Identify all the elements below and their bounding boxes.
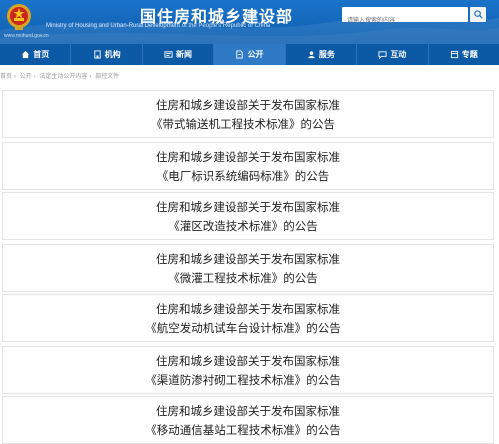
notice-title-line1: 住房和城乡建设部关于发布国家标准 [156,404,340,418]
search-input[interactable] [347,14,447,28]
site-header: 国住房和城乡建设部 Ministry of Housing and Urban-… [0,0,499,44]
news-icon [164,51,173,58]
site-domain: www.mohurd.gov.cn [4,33,49,39]
notice-title-line2: 《渠道防渗衬砌工程技术标准》的公告 [145,373,341,387]
notice-title-line1: 住房和城乡建设部关于发布国家标准 [156,302,340,316]
nav-label: 服务 [318,50,335,59]
notice-title-line2: 《灌区改造技术标准》的公告 [168,219,318,233]
breadcrumb-home[interactable]: 首页 [0,74,12,80]
notice-title-line1: 住房和城乡建设部关于发布国家标准 [156,98,340,112]
notice-title-line1: 住房和城乡建设部关于发布国家标准 [156,354,340,368]
breadcrumb: 首页 › 公开 › 法定主动公开内容 › 部控文件 [0,74,120,80]
nav-label: 机构 [104,50,121,59]
notice-title-line2: 《带式输送机工程技术标准》的公告 [151,117,335,131]
nav-label: 公开 [247,50,264,59]
nav-label: 专题 [461,50,478,59]
nav-label: 互动 [390,50,407,59]
national-emblem-icon [7,4,31,30]
topic-icon [450,50,458,59]
notice-title-line2: 《移动通信基站工程技术标准》的公告 [145,423,341,437]
building-icon [93,50,101,59]
main-nav: 首页 机构 新闻 公开 服务 互动 专题 [0,44,499,65]
breadcrumb-public[interactable]: 公开 [20,74,32,80]
nav-institution[interactable]: 机构 [71,44,143,65]
breadcrumb-statutory[interactable]: 法定主动公开内容 [39,74,87,80]
notice-item[interactable]: 住房和城乡建设部关于发布国家标准 《航空发动机试车台设计标准》的公告 [2,294,494,342]
search-icon [473,10,483,19]
nav-topic[interactable]: 专题 [429,44,499,65]
notice-title-line1: 住房和城乡建设部关于发布国家标准 [156,252,340,266]
chat-icon [378,51,387,59]
document-icon [236,50,244,59]
service-icon [308,51,315,59]
nav-interaction[interactable]: 互动 [357,44,429,65]
notice-title-line2: 《航空发动机试车台设计标准》的公告 [145,321,341,335]
nav-news[interactable]: 新闻 [143,44,215,65]
notice-title-line1: 住房和城乡建设部关于发布国家标准 [156,200,340,214]
notice-item[interactable]: 住房和城乡建设部关于发布国家标准 《电厂标识系统编码标准》的公告 [2,142,494,190]
nav-label: 首页 [33,50,50,59]
notice-item[interactable]: 住房和城乡建设部关于发布国家标准 《带式输送机工程技术标准》的公告 [2,90,494,138]
nav-label: 新闻 [176,50,193,59]
notice-item[interactable]: 住房和城乡建设部关于发布国家标准 《移动通信基站工程技术标准》的公告 [2,396,494,444]
notice-item[interactable]: 住房和城乡建设部关于发布国家标准 《灌区改造技术标准》的公告 [2,192,494,240]
notice-title-line2: 《微灌工程技术标准》的公告 [168,271,318,285]
search-box [342,7,468,28]
notice-item[interactable]: 住房和城乡建设部关于发布国家标准 《微灌工程技术标准》的公告 [2,244,494,292]
notice-item[interactable]: 住房和城乡建设部关于发布国家标准 《渠道防渗衬砌工程技术标准》的公告 [2,346,494,394]
search-button[interactable] [470,7,486,22]
nav-public[interactable]: 公开 [214,44,286,65]
site-english-subtitle: Ministry of Housing and Urban-Rural Deve… [46,23,271,29]
home-icon [22,50,30,59]
nav-service[interactable]: 服务 [286,44,358,65]
notice-title-line1: 住房和城乡建设部关于发布国家标准 [156,150,340,164]
breadcrumb-current: 部控文件 [95,74,120,80]
nav-home[interactable]: 首页 [0,44,72,65]
notice-title-line2: 《电厂标识系统编码标准》的公告 [156,169,330,183]
